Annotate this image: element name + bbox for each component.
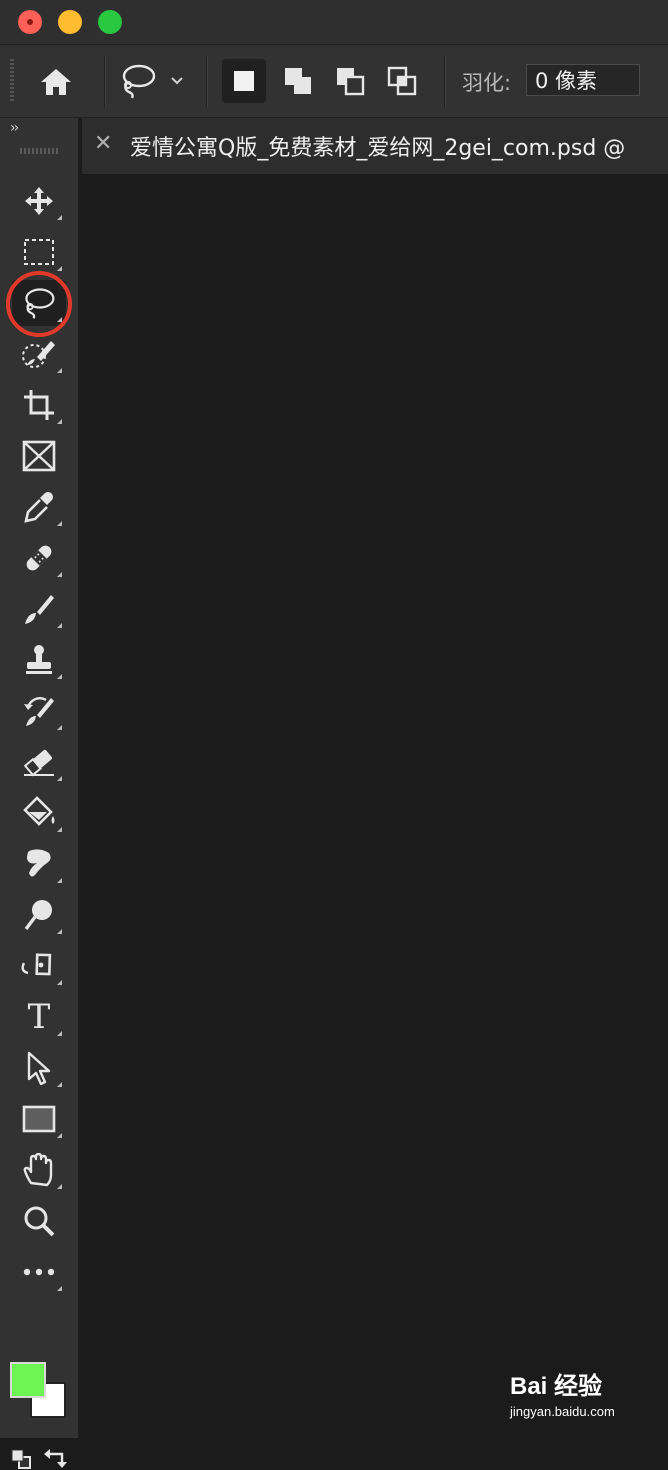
brush-tool[interactable] <box>12 586 66 632</box>
rectangular-marquee-icon <box>23 238 55 266</box>
add-to-selection-button[interactable] <box>276 59 320 103</box>
tool-preset-picker[interactable] <box>118 61 198 101</box>
lasso-icon <box>21 286 57 320</box>
more-tools-button[interactable] <box>12 1249 66 1295</box>
rectangular-marquee-tool[interactable] <box>12 229 66 275</box>
frame-icon <box>22 440 56 472</box>
rectangle-tool[interactable] <box>12 1096 66 1142</box>
type-tool[interactable]: T <box>12 994 66 1040</box>
quick-selection-tool[interactable] <box>12 331 66 377</box>
tools-panel: ›› T <box>0 118 79 1469</box>
toolbar-grip[interactable] <box>20 148 60 154</box>
chevron-down-icon <box>170 76 184 86</box>
paint-bucket-tool[interactable] <box>12 790 66 836</box>
history-brush-icon <box>22 694 56 728</box>
healing-brush-icon <box>22 541 56 575</box>
zoom-tool[interactable] <box>12 1198 66 1244</box>
type-icon: T <box>27 997 51 1037</box>
eraser-tool[interactable] <box>12 739 66 785</box>
paint-bucket-icon <box>21 796 57 830</box>
window-zoom-button[interactable] <box>98 10 122 34</box>
feather-input[interactable] <box>526 64 640 96</box>
frame-tool[interactable] <box>12 433 66 479</box>
divider <box>444 55 446 107</box>
crop-icon <box>22 388 56 422</box>
pen-icon <box>20 949 58 983</box>
subtract-from-selection-icon <box>335 66 365 96</box>
document-tab-title[interactable]: 爱情公寓Q版_免费素材_爱给网_2gei_com.psd @ <box>130 130 625 162</box>
watermark-brand: Bai 经验 <box>510 1373 603 1400</box>
window-title-bar <box>0 0 668 45</box>
path-selection-icon <box>25 1051 53 1085</box>
dodge-tool[interactable] <box>12 892 66 938</box>
brush-icon <box>23 592 55 626</box>
move-icon <box>23 185 55 217</box>
baidu-jingyan-watermark: Bai 经验 jingyan.baidu.com <box>510 1366 660 1426</box>
pen-tool[interactable] <box>12 943 66 989</box>
eyedropper-tool[interactable] <box>12 484 66 530</box>
clone-stamp-icon <box>23 644 55 676</box>
feather-label: 羽化: <box>462 71 512 95</box>
watermark-url: jingyan.baidu.com <box>510 1404 615 1419</box>
home-icon <box>39 67 73 97</box>
divider <box>206 55 208 107</box>
collapse-toolbar-button[interactable]: ›› <box>10 120 19 136</box>
move-tool[interactable] <box>12 178 66 224</box>
crop-tool[interactable] <box>12 382 66 428</box>
subtract-from-selection-button[interactable] <box>328 59 372 103</box>
quick-selection-icon <box>21 337 57 371</box>
color-swap-controls <box>8 1448 70 1470</box>
default-colors-icon[interactable] <box>10 1448 32 1470</box>
rectangle-icon <box>22 1105 56 1133</box>
history-brush-tool[interactable] <box>12 688 66 734</box>
new-selection-button[interactable] <box>222 59 266 103</box>
dodge-icon <box>23 898 55 932</box>
add-to-selection-icon <box>283 66 313 96</box>
healing-brush-tool[interactable] <box>12 535 66 581</box>
smudge-icon <box>23 847 55 881</box>
intersect-selection-button[interactable] <box>380 59 424 103</box>
zoom-icon <box>22 1204 56 1238</box>
lasso-tool[interactable] <box>12 280 66 326</box>
options-bar-grip[interactable] <box>10 59 14 103</box>
divider <box>104 55 106 107</box>
document-tab-bar: ✕ 爱情公寓Q版_免费素材_爱给网_2gei_com.psd @ <box>82 118 668 175</box>
document-canvas-area[interactable] <box>82 175 668 1438</box>
clone-stamp-tool[interactable] <box>12 637 66 683</box>
intersect-selection-icon <box>387 66 417 96</box>
path-selection-tool[interactable] <box>12 1045 66 1091</box>
more-tools-icon <box>22 1267 56 1277</box>
eyedropper-icon <box>23 490 55 524</box>
home-button[interactable] <box>34 63 78 101</box>
swap-colors-icon[interactable] <box>44 1448 68 1470</box>
window-minimize-button[interactable] <box>58 10 82 34</box>
window-close-button[interactable] <box>18 10 42 34</box>
smudge-tool[interactable] <box>12 841 66 887</box>
close-document-tab-button[interactable]: ✕ <box>94 131 112 156</box>
hand-icon <box>23 1153 55 1187</box>
lasso-icon <box>118 63 158 99</box>
hand-tool[interactable] <box>12 1147 66 1193</box>
foreground-color-swatch[interactable] <box>10 1362 46 1398</box>
new-selection-icon <box>232 69 256 93</box>
eraser-icon <box>22 747 56 777</box>
options-bar: 羽化: <box>0 45 668 118</box>
